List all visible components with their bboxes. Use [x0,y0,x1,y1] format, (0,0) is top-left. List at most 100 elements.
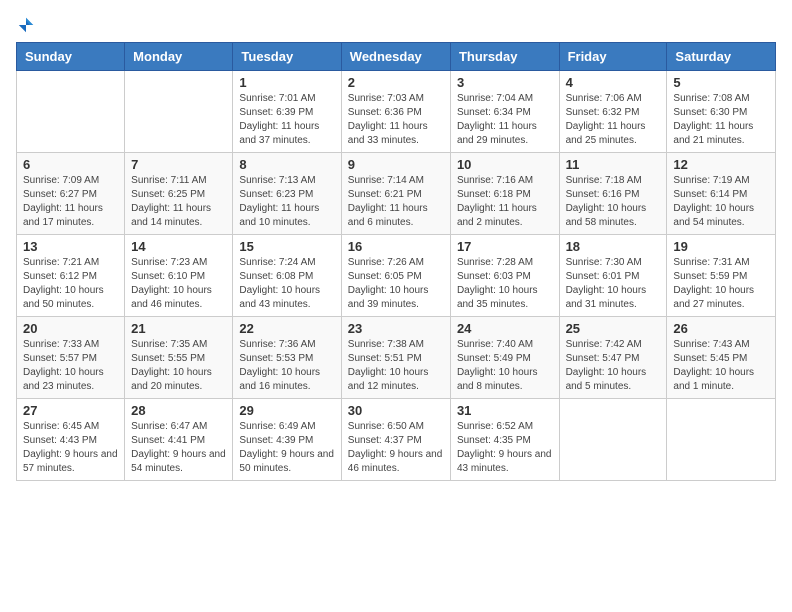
day-number: 4 [566,75,661,90]
day-header-friday: Friday [559,43,667,71]
calendar-cell: 29 Sunrise: 6:49 AMSunset: 4:39 PMDayligh… [233,399,341,481]
day-number: 17 [457,239,553,254]
day-number: 1 [239,75,334,90]
day-info: Sunrise: 6:45 AMSunset: 4:43 PMDaylight:… [23,420,118,476]
calendar-week-row: 1 Sunrise: 7:01 AMSunset: 6:39 PMDaylight… [17,71,776,153]
day-number: 8 [239,157,334,172]
day-number: 13 [23,239,118,254]
day-info: Sunrise: 7:31 AMSunset: 5:59 PMDaylight:… [673,256,769,312]
logo-icon [17,16,35,34]
day-number: 7 [131,157,226,172]
calendar-header-row: SundayMondayTuesdayWednesdayThursdayFrid… [17,43,776,71]
day-info: Sunrise: 6:50 AMSunset: 4:37 PMDaylight:… [348,420,444,476]
day-number: 21 [131,321,226,336]
day-header-sunday: Sunday [17,43,125,71]
logo [16,16,36,34]
day-number: 28 [131,403,226,418]
day-info: Sunrise: 7:36 AMSunset: 5:53 PMDaylight:… [239,338,334,394]
calendar-cell: 21Sunrise: 7:35 AMSunset: 5:55 PMDayligh… [125,317,233,399]
day-info: Sunrise: 7:01 AMSunset: 6:39 PMDaylight:… [239,92,334,148]
day-info: Sunrise: 7:09 AMSunset: 6:27 PMDaylight:… [23,174,118,230]
day-info: Sunrise: 7:40 AMSunset: 5:49 PMDaylight:… [457,338,553,394]
day-number: 2 [348,75,444,90]
calendar-table: SundayMondayTuesdayWednesdayThursdayFrid… [16,42,776,481]
day-number: 31 [457,403,553,418]
day-number: 14 [131,239,226,254]
calendar-cell: 1 Sunrise: 7:01 AMSunset: 6:39 PMDaylight… [233,71,341,153]
calendar-cell: 11 Sunrise: 7:18 AMSunset: 6:16 PMDayligh… [559,153,667,235]
day-number: 19 [673,239,769,254]
calendar-cell: 26 Sunrise: 7:43 AMSunset: 5:45 PMDayligh… [667,317,776,399]
day-header-wednesday: Wednesday [341,43,450,71]
day-number: 12 [673,157,769,172]
day-info: Sunrise: 7:08 AMSunset: 6:30 PMDaylight:… [673,92,769,148]
day-info: Sunrise: 7:14 AMSunset: 6:21 PMDaylight:… [348,174,444,230]
calendar-week-row: 27 Sunrise: 6:45 AMSunset: 4:43 PMDayligh… [17,399,776,481]
day-number: 10 [457,157,553,172]
calendar-cell: 31 Sunrise: 6:52 AMSunset: 4:35 PMDayligh… [450,399,559,481]
day-info: Sunrise: 7:38 AMSunset: 5:51 PMDaylight:… [348,338,444,394]
day-number: 18 [566,239,661,254]
day-info: Sunrise: 7:24 AMSunset: 6:08 PMDaylight:… [239,256,334,312]
day-number: 16 [348,239,444,254]
day-info: Sunrise: 7:33 AMSunset: 5:57 PMDaylight:… [23,338,118,394]
calendar-cell: 30 Sunrise: 6:50 AMSunset: 4:37 PMDayligh… [341,399,450,481]
page-header [16,16,776,34]
calendar-cell [559,399,667,481]
day-header-tuesday: Tuesday [233,43,341,71]
calendar-cell [125,71,233,153]
calendar-cell: 19 Sunrise: 7:31 AMSunset: 5:59 PMDayligh… [667,235,776,317]
day-info: Sunrise: 7:04 AMSunset: 6:34 PMDaylight:… [457,92,553,148]
day-number: 15 [239,239,334,254]
calendar-cell: 25 Sunrise: 7:42 AMSunset: 5:47 PMDayligh… [559,317,667,399]
calendar-cell: 23 Sunrise: 7:38 AMSunset: 5:51 PMDayligh… [341,317,450,399]
day-header-thursday: Thursday [450,43,559,71]
calendar-cell: 6Sunrise: 7:09 AMSunset: 6:27 PMDaylight… [17,153,125,235]
calendar-cell: 8 Sunrise: 7:13 AMSunset: 6:23 PMDaylight… [233,153,341,235]
calendar-cell: 4 Sunrise: 7:06 AMSunset: 6:32 PMDaylight… [559,71,667,153]
day-info: Sunrise: 7:18 AMSunset: 6:16 PMDaylight:… [566,174,661,230]
day-info: Sunrise: 6:49 AMSunset: 4:39 PMDaylight:… [239,420,334,476]
calendar-cell: 28 Sunrise: 6:47 AMSunset: 4:41 PMDayligh… [125,399,233,481]
day-number: 5 [673,75,769,90]
calendar-cell: 24 Sunrise: 7:40 AMSunset: 5:49 PMDayligh… [450,317,559,399]
day-number: 25 [566,321,661,336]
day-number: 27 [23,403,118,418]
day-info: Sunrise: 7:21 AMSunset: 6:12 PMDaylight:… [23,256,118,312]
calendar-cell: 17 Sunrise: 7:28 AMSunset: 6:03 PMDayligh… [450,235,559,317]
day-number: 23 [348,321,444,336]
calendar-cell: 2 Sunrise: 7:03 AMSunset: 6:36 PMDaylight… [341,71,450,153]
day-info: Sunrise: 7:16 AMSunset: 6:18 PMDaylight:… [457,174,553,230]
day-number: 11 [566,157,661,172]
day-number: 3 [457,75,553,90]
calendar-cell: 7Sunrise: 7:11 AMSunset: 6:25 PMDaylight… [125,153,233,235]
day-info: Sunrise: 7:13 AMSunset: 6:23 PMDaylight:… [239,174,334,230]
calendar-cell: 18 Sunrise: 7:30 AMSunset: 6:01 PMDayligh… [559,235,667,317]
calendar-cell: 5 Sunrise: 7:08 AMSunset: 6:30 PMDaylight… [667,71,776,153]
day-info: Sunrise: 7:30 AMSunset: 6:01 PMDaylight:… [566,256,661,312]
calendar-cell: 14 Sunrise: 7:23 AMSunset: 6:10 PMDayligh… [125,235,233,317]
day-number: 29 [239,403,334,418]
day-info: Sunrise: 6:52 AMSunset: 4:35 PMDaylight:… [457,420,553,476]
calendar-cell: 3 Sunrise: 7:04 AMSunset: 6:34 PMDaylight… [450,71,559,153]
day-info: Sunrise: 7:42 AMSunset: 5:47 PMDaylight:… [566,338,661,394]
day-number: 30 [348,403,444,418]
day-info: Sunrise: 7:43 AMSunset: 5:45 PMDaylight:… [673,338,769,394]
day-info: Sunrise: 7:06 AMSunset: 6:32 PMDaylight:… [566,92,661,148]
day-number: 20 [23,321,118,336]
day-info: Sunrise: 7:26 AMSunset: 6:05 PMDaylight:… [348,256,444,312]
calendar-cell: 20 Sunrise: 7:33 AMSunset: 5:57 PMDayligh… [17,317,125,399]
day-info: Sunrise: 7:28 AMSunset: 6:03 PMDaylight:… [457,256,553,312]
day-info: Sunrise: 7:03 AMSunset: 6:36 PMDaylight:… [348,92,444,148]
day-number: 24 [457,321,553,336]
day-info: Sunrise: 7:19 AMSunset: 6:14 PMDaylight:… [673,174,769,230]
day-number: 22 [239,321,334,336]
day-info: Sunrise: 6:47 AMSunset: 4:41 PMDaylight:… [131,420,226,476]
calendar-cell: 10 Sunrise: 7:16 AMSunset: 6:18 PMDayligh… [450,153,559,235]
day-number: 26 [673,321,769,336]
calendar-week-row: 20 Sunrise: 7:33 AMSunset: 5:57 PMDayligh… [17,317,776,399]
day-number: 9 [348,157,444,172]
calendar-cell: 15 Sunrise: 7:24 AMSunset: 6:08 PMDayligh… [233,235,341,317]
day-info: Sunrise: 7:23 AMSunset: 6:10 PMDaylight:… [131,256,226,312]
day-header-monday: Monday [125,43,233,71]
